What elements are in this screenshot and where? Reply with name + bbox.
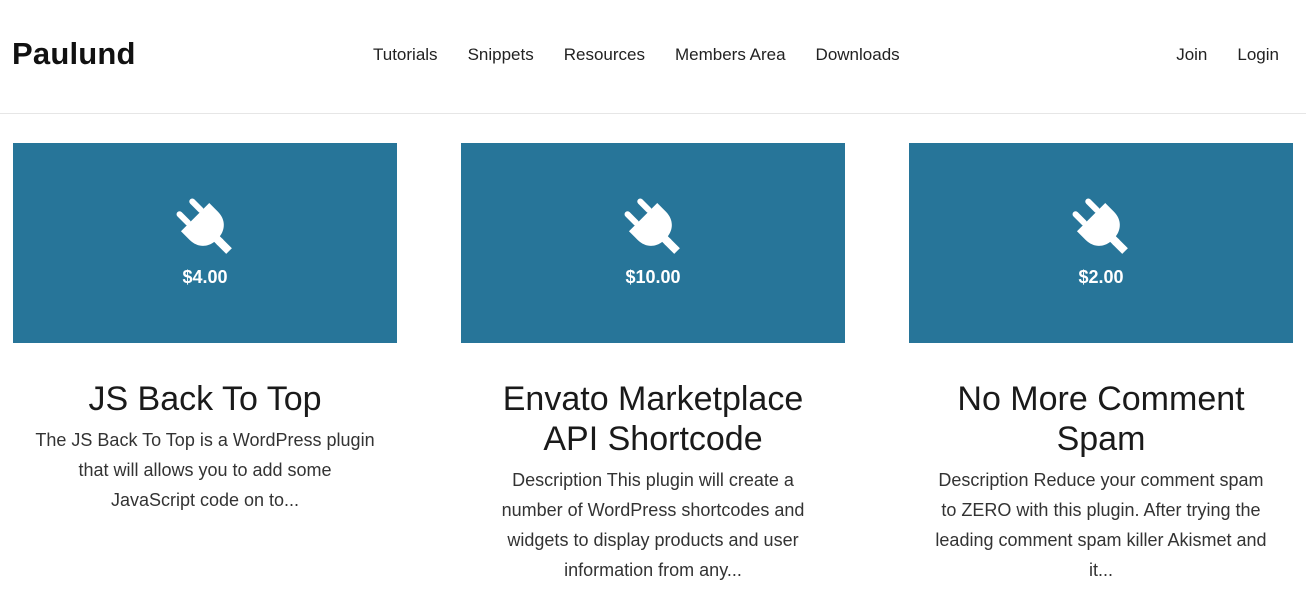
plug-icon bbox=[176, 198, 232, 254]
nav-item-resources[interactable]: Resources bbox=[564, 44, 645, 66]
nav-item-snippets[interactable]: Snippets bbox=[468, 44, 534, 66]
site-logo[interactable]: Paulund bbox=[12, 36, 136, 72]
product-description: The JS Back To Top is a WordPress plugin… bbox=[35, 430, 375, 510]
product-grid: $4.00 JS Back To Top The JS Back To Top … bbox=[13, 143, 1293, 585]
product-title-link[interactable]: JS Back To Top bbox=[88, 380, 321, 418]
nav-item-tutorials[interactable]: Tutorials bbox=[373, 44, 438, 66]
plug-icon bbox=[624, 198, 680, 254]
plug-icon bbox=[1072, 198, 1128, 254]
product-title-link[interactable]: Envato Marketplace API Shortcode bbox=[503, 380, 804, 458]
product-image-link[interactable]: $4.00 bbox=[13, 143, 397, 343]
product-image-link[interactable]: $2.00 bbox=[909, 143, 1293, 343]
user-nav: Join Login bbox=[1146, 44, 1279, 66]
product-title-link[interactable]: No More Comment Spam bbox=[957, 380, 1244, 458]
product-card: $2.00 No More Comment Spam Description R… bbox=[909, 143, 1293, 585]
product-title: JS Back To Top bbox=[33, 379, 377, 419]
product-price: $2.00 bbox=[1078, 267, 1124, 287]
main-nav: Tutorials Snippets Resources Members Are… bbox=[373, 44, 930, 66]
product-image-link[interactable]: $10.00 bbox=[461, 143, 845, 343]
join-link[interactable]: Join bbox=[1176, 44, 1207, 66]
product-title: Envato Marketplace API Shortcode bbox=[481, 379, 825, 459]
product-card: $10.00 Envato Marketplace API Shortcode … bbox=[461, 143, 845, 585]
product-price: $4.00 bbox=[182, 267, 228, 287]
product-description: Description This plugin will create a nu… bbox=[501, 470, 805, 580]
product-description: Description Reduce your comment spam to … bbox=[935, 470, 1267, 580]
product-title: No More Comment Spam bbox=[929, 379, 1273, 459]
product-card: $4.00 JS Back To Top The JS Back To Top … bbox=[13, 143, 397, 585]
nav-item-downloads[interactable]: Downloads bbox=[816, 44, 900, 66]
nav-item-members-area[interactable]: Members Area bbox=[675, 44, 786, 66]
login-link[interactable]: Login bbox=[1237, 44, 1279, 66]
site-header: Paulund Tutorials Snippets Resources Mem… bbox=[0, 0, 1306, 114]
product-price: $10.00 bbox=[625, 267, 681, 287]
